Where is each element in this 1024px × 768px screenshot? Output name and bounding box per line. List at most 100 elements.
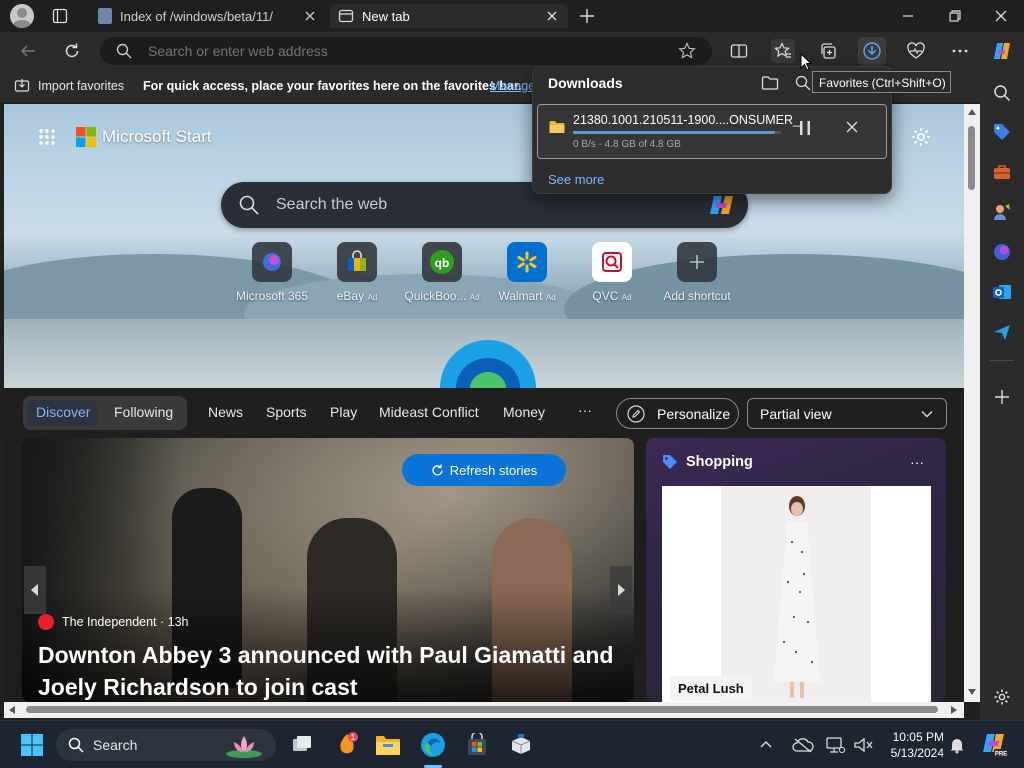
- story-source-label: The Independent · 13h: [62, 615, 189, 629]
- manage-favorites-link[interactable]: Manage: [490, 79, 535, 93]
- sidebar-add-icon[interactable]: [990, 385, 1014, 409]
- onedrive-offline-icon[interactable]: [790, 729, 816, 761]
- tile-walmart[interactable]: Walmart Ad: [487, 242, 567, 303]
- sidebar-settings-gear-icon[interactable]: [990, 685, 1014, 709]
- see-more-link[interactable]: See more: [548, 172, 604, 187]
- browser-essentials-icon[interactable]: [904, 39, 928, 63]
- pause-icon[interactable]: [796, 119, 814, 137]
- view-select[interactable]: Partial view: [747, 398, 947, 429]
- edge-logo-icon: [436, 336, 540, 388]
- product-image[interactable]: Petal Lush: [662, 486, 931, 702]
- download-item[interactable]: 21380.1001.210511-1900....ONSUMER_ 0 B/s…: [537, 104, 887, 159]
- tab-sports[interactable]: Sports: [266, 404, 306, 420]
- story-source[interactable]: The Independent · 13h: [38, 614, 189, 630]
- tile-qvc[interactable]: QVC Ad: [572, 242, 652, 303]
- refresh-stories-button[interactable]: Refresh stories: [402, 454, 566, 486]
- tab-new-tab[interactable]: New tab: [330, 4, 568, 28]
- personalize-button[interactable]: Personalize: [616, 398, 739, 429]
- product-tag-label: Petal Lush: [678, 681, 744, 696]
- address-bar[interactable]: [100, 37, 712, 65]
- tile-microsoft-365[interactable]: Microsoft 365: [232, 242, 312, 303]
- horizontal-scrollbar[interactable]: [4, 702, 964, 718]
- tab-mideast-conflict[interactable]: Mideast Conflict: [379, 404, 479, 420]
- back-arrow-icon[interactable]: [16, 39, 40, 63]
- vertical-scroll-thumb[interactable]: [968, 126, 975, 190]
- minimize-icon[interactable]: [900, 8, 916, 24]
- edge-sidebar: [980, 70, 1024, 720]
- carousel-prev-button[interactable]: [24, 566, 46, 614]
- mouse-cursor-icon: [800, 53, 812, 71]
- horizontal-scroll-thumb[interactable]: [26, 706, 938, 713]
- sidebar-send-icon[interactable]: [990, 320, 1014, 344]
- shopping-more-button[interactable]: ···: [910, 454, 924, 470]
- search-icon: [68, 737, 84, 753]
- microsoft-store-icon[interactable]: [461, 729, 493, 761]
- tab-money[interactable]: Money: [503, 404, 545, 420]
- tab-index-windows[interactable]: Index of /windows/beta/11/: [90, 4, 326, 28]
- tile-quickbooks[interactable]: qb QuickBoo... Ad: [402, 242, 482, 303]
- story-card[interactable]: Refresh stories The Independent · 13h Do…: [22, 438, 634, 702]
- tab-close-icon[interactable]: [544, 8, 560, 24]
- web-search-placeholder: Search the web: [276, 196, 388, 213]
- windows-start-icon[interactable]: [16, 729, 48, 761]
- sidebar-search-icon[interactable]: [990, 81, 1014, 105]
- sidebar-games-icon[interactable]: [990, 200, 1014, 224]
- tab-following[interactable]: Following: [114, 404, 173, 420]
- pencil-icon: [627, 404, 645, 423]
- page-settings-gear-icon[interactable]: [910, 126, 932, 148]
- shopping-card[interactable]: Shopping ··· Petal Lush: [646, 438, 946, 702]
- search-downloads-icon[interactable]: [795, 75, 811, 91]
- downloads-title: Downloads: [548, 75, 623, 91]
- tile-ebay[interactable]: eBay Ad: [317, 242, 397, 303]
- file-explorer-icon[interactable]: [372, 729, 404, 761]
- split-screen-icon[interactable]: [727, 39, 751, 63]
- story-headline[interactable]: Downton Abbey 3 announced with Paul Giam…: [38, 639, 628, 702]
- sidebar-outlook-icon[interactable]: [990, 280, 1014, 304]
- quickbooks-icon: qb: [422, 242, 462, 282]
- cancel-download-icon[interactable]: [844, 119, 860, 135]
- favorites-icon[interactable]: [771, 39, 795, 63]
- clock[interactable]: 10:05 PM 5/13/2024: [884, 729, 944, 761]
- taskbar-search-box[interactable]: Search: [56, 729, 276, 761]
- import-favorites-button[interactable]: Import favorites: [14, 78, 124, 94]
- refresh-icon: [431, 464, 444, 477]
- restore-icon[interactable]: [947, 8, 963, 24]
- carousel-next-button[interactable]: [610, 566, 632, 614]
- refresh-icon[interactable]: [60, 39, 84, 63]
- collections-icon[interactable]: [816, 39, 840, 63]
- search-icon: [239, 195, 259, 215]
- tab-close-icon[interactable]: [302, 8, 318, 24]
- network-icon[interactable]: [822, 729, 848, 761]
- sidebar-copilot-icon[interactable]: [990, 240, 1014, 264]
- open-downloads-folder-icon[interactable]: [761, 75, 779, 91]
- tab-news[interactable]: News: [208, 404, 243, 420]
- copilot-preview-icon[interactable]: PRE: [978, 729, 1010, 761]
- notifications-icon[interactable]: [944, 729, 970, 761]
- address-input[interactable]: [148, 43, 628, 59]
- microsoft-start-logo[interactable]: Microsoft Start: [76, 127, 212, 147]
- package-app-icon[interactable]: [505, 729, 537, 761]
- tab-actions-icon[interactable]: [52, 8, 68, 24]
- star-add-favorite-icon[interactable]: [678, 42, 696, 60]
- widgets-icon[interactable]: 1: [331, 729, 363, 761]
- dress-model-figure: [772, 492, 822, 702]
- copilot-icon[interactable]: [990, 39, 1014, 63]
- show-hidden-icons-chevron-icon[interactable]: [756, 729, 776, 761]
- tab-play[interactable]: Play: [330, 404, 357, 420]
- close-icon[interactable]: [993, 8, 1009, 24]
- sidebar-shopping-tag-icon[interactable]: [990, 120, 1014, 144]
- profile-avatar[interactable]: [10, 4, 34, 28]
- volume-muted-icon[interactable]: [850, 729, 876, 761]
- copilot-search-icon[interactable]: [709, 194, 739, 216]
- vertical-scrollbar[interactable]: [964, 104, 980, 702]
- tile-add-shortcut[interactable]: Add shortcut: [657, 242, 737, 303]
- tile-label: eBay Ad: [336, 289, 378, 303]
- edge-taskbar-icon[interactable]: [417, 729, 449, 761]
- sidebar-tools-icon[interactable]: [990, 160, 1014, 184]
- task-view-icon[interactable]: [286, 729, 318, 761]
- more-topics-button[interactable]: ···: [578, 402, 592, 418]
- downloads-icon[interactable]: [858, 37, 886, 65]
- new-tab-plus-icon[interactable]: [578, 7, 596, 25]
- more-menu-icon[interactable]: [948, 39, 972, 63]
- apps-launcher-icon[interactable]: [38, 128, 56, 146]
